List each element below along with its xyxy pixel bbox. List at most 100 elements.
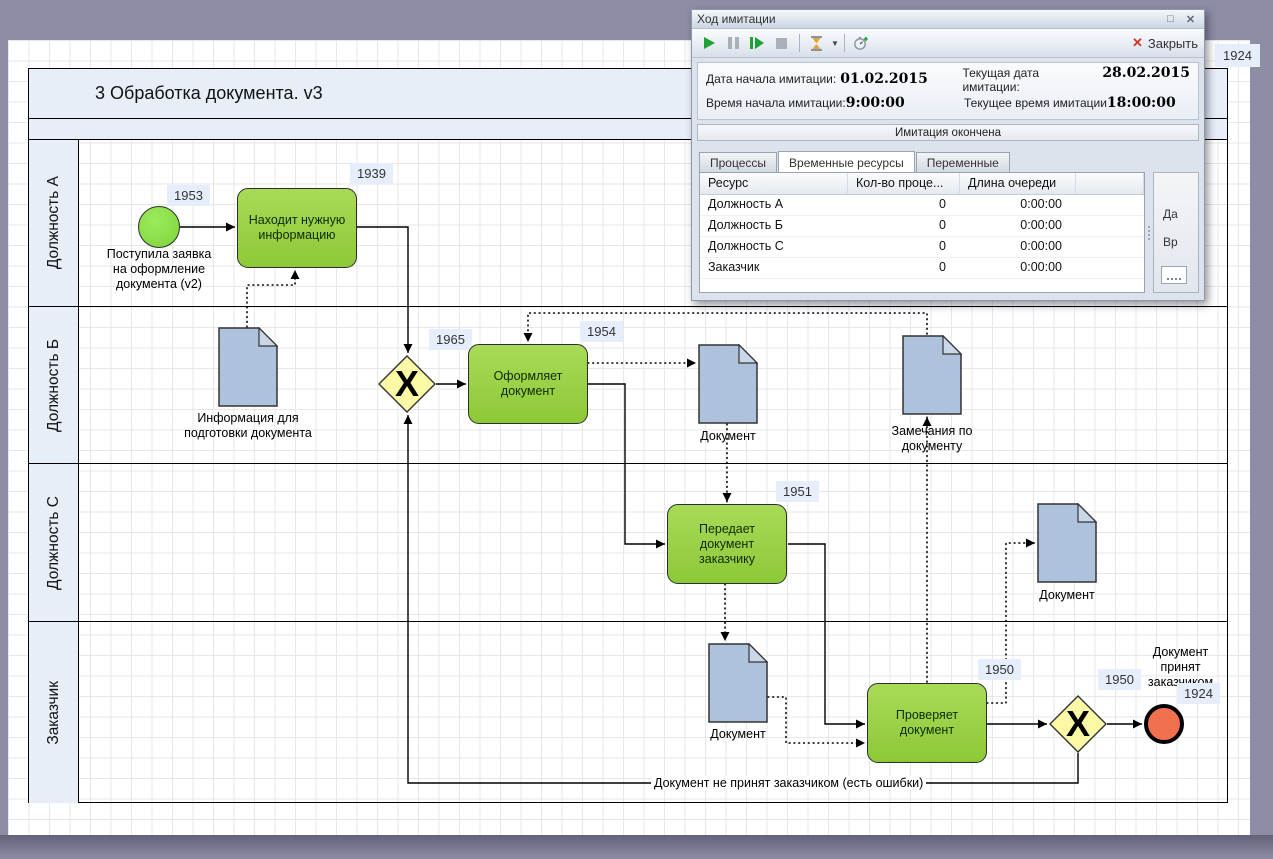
table-cell: Заказчик <box>700 258 848 278</box>
table-cell: 0 <box>848 258 960 278</box>
dialog-title: Ход имитации <box>697 12 1159 26</box>
panel-splitter[interactable] <box>1145 172 1153 293</box>
document-z-shape[interactable] <box>708 643 768 728</box>
stopwatch-plus-icon <box>853 36 869 51</box>
current-date-value: 28.02.2015 <box>1102 65 1190 81</box>
table-cell: 0:00:00 <box>960 258 1076 278</box>
table-cell: Должность А <box>700 195 848 215</box>
lane-zakazchik: Заказчик <box>29 622 1227 803</box>
sim-badge-floating: 1924 <box>1215 44 1260 67</box>
side-label-time: Вр <box>1163 235 1178 249</box>
task-find-info[interactable]: Находит нужную информацию <box>237 188 357 268</box>
simulation-status-bar: Имитация окончена <box>697 124 1199 141</box>
table-cell: 0:00:00 <box>960 195 1076 215</box>
window-bottom-edge <box>0 835 1273 859</box>
side-label-date: Да <box>1163 207 1178 221</box>
pause-button[interactable] <box>722 32 744 54</box>
step-button[interactable] <box>746 32 768 54</box>
maximize-icon[interactable]: □ <box>1162 12 1179 27</box>
lane-label: Должность А <box>45 176 63 269</box>
table-row[interactable]: Должность А00:00:00 <box>700 195 1144 216</box>
gateway-decision[interactable]: X <box>1049 695 1107 758</box>
svg-text:X: X <box>1066 703 1090 744</box>
red-close-icon: ✕ <box>1132 35 1143 51</box>
dialog-titlebar[interactable]: Ход имитации □ ✕ <box>692 10 1204 29</box>
document-b-shape[interactable] <box>698 344 758 429</box>
document-remarks-label: Замечания по документу <box>872 424 992 454</box>
table-row[interactable]: Заказчик00:00:00 <box>700 258 1144 279</box>
application-window: 3 Обработка документа. v3 Должность А До… <box>0 0 1273 859</box>
document-c-shape[interactable] <box>1037 503 1097 588</box>
start-date-value: 01.02.2015 <box>840 71 928 87</box>
lane-header-a[interactable]: Должность А <box>29 140 79 306</box>
stop-button[interactable] <box>770 32 792 54</box>
dialog-toolbar: ▼ ✕ Закрыть <box>692 29 1204 58</box>
svg-text:X: X <box>395 363 419 404</box>
speed-button[interactable] <box>805 32 827 54</box>
document-b-label: Документ <box>688 429 768 444</box>
end-event[interactable] <box>1144 704 1184 744</box>
table-cell-empty <box>1076 237 1144 257</box>
play-icon <box>704 37 715 49</box>
lane-header-c[interactable]: Должность С <box>29 464 79 621</box>
document-info-shape[interactable] <box>218 327 278 412</box>
start-date-label: Дата начала имитации: <box>706 72 836 86</box>
collapsed-side-panel: Да Вр <box>1153 172 1199 293</box>
sim-badge: 1953 <box>167 185 210 206</box>
sim-badge: 1951 <box>776 481 819 502</box>
sim-badge: 1924 <box>1177 683 1220 704</box>
current-date-label: Текущая дата имитации: <box>962 66 1098 94</box>
close-simulation-label: Закрыть <box>1148 36 1198 51</box>
table-cell: 0 <box>848 237 960 257</box>
lane-label: Должность Б <box>45 339 63 432</box>
resource-table: Ресурс Кол-во проце... Длина очереди Дол… <box>699 172 1145 293</box>
sim-badge: 1954 <box>580 321 623 342</box>
stop-icon <box>776 38 787 49</box>
sim-badge: 1965 <box>429 329 472 350</box>
add-timer-button[interactable] <box>850 32 872 54</box>
lane-header-z[interactable]: Заказчик <box>29 622 79 803</box>
start-event[interactable] <box>138 206 180 248</box>
close-simulation-button[interactable]: ✕ Закрыть <box>1132 35 1198 51</box>
simulation-dialog: Ход имитации □ ✕ ▼ ✕ Закрыть <box>691 9 1205 301</box>
close-icon[interactable]: ✕ <box>1182 12 1199 27</box>
column-header-queue-length: Длина очереди <box>960 173 1076 194</box>
expand-panel-button[interactable] <box>1161 266 1187 284</box>
current-time-label: Текущее время имитации <box>964 96 1107 110</box>
table-row[interactable]: Должность Б00:00:00 <box>700 216 1144 237</box>
gateway-merge[interactable]: X <box>378 355 436 418</box>
table-cell-empty <box>1076 216 1144 236</box>
resource-table-area: Ресурс Кол-во проце... Длина очереди Дол… <box>699 172 1199 293</box>
play-button[interactable] <box>698 32 720 54</box>
column-header-process-count: Кол-во проце... <box>848 173 960 194</box>
column-header-resource: Ресурс <box>700 173 848 194</box>
hourglass-icon <box>810 36 823 51</box>
table-cell: 0 <box>848 216 960 236</box>
tab-variables[interactable]: Переменные <box>916 152 1010 172</box>
lane-header-b[interactable]: Должность Б <box>29 307 79 463</box>
task-prepare-document[interactable]: Оформляет документ <box>468 344 588 424</box>
toolbar-separator <box>799 34 800 52</box>
start-time-label: Время начала имитации: <box>706 96 846 110</box>
document-c-label: Документ <box>1027 588 1107 603</box>
task-transfer-document[interactable]: Передает документ заказчику <box>667 504 787 584</box>
tab-time-resources[interactable]: Временные ресурсы <box>778 151 915 172</box>
table-cell-empty <box>1076 258 1144 278</box>
dialog-tabs: Процессы Временные ресурсы Переменные <box>699 150 1204 172</box>
current-time-value: 18:00:00 <box>1107 95 1176 111</box>
simulation-info-panel: Дата начала имитации: 01.02.2015 Текущая… <box>697 62 1199 120</box>
lane-label: Заказчик <box>45 681 63 745</box>
dropdown-icon[interactable]: ▼ <box>831 39 839 48</box>
start-time-value: 9:00:00 <box>846 95 905 111</box>
table-cell: 0:00:00 <box>960 216 1076 236</box>
table-row[interactable]: Должность С00:00:00 <box>700 237 1144 258</box>
document-z-label: Документ <box>698 727 778 742</box>
document-remarks-shape[interactable] <box>902 335 962 420</box>
sim-badge: 1939 <box>350 163 393 184</box>
tab-processes[interactable]: Процессы <box>699 152 777 172</box>
task-check-document[interactable]: Проверяет документ <box>867 683 987 763</box>
toolbar-separator <box>844 34 845 52</box>
sim-badge: 1950 <box>978 659 1021 680</box>
step-icon <box>750 37 764 49</box>
pause-icon <box>728 37 739 49</box>
